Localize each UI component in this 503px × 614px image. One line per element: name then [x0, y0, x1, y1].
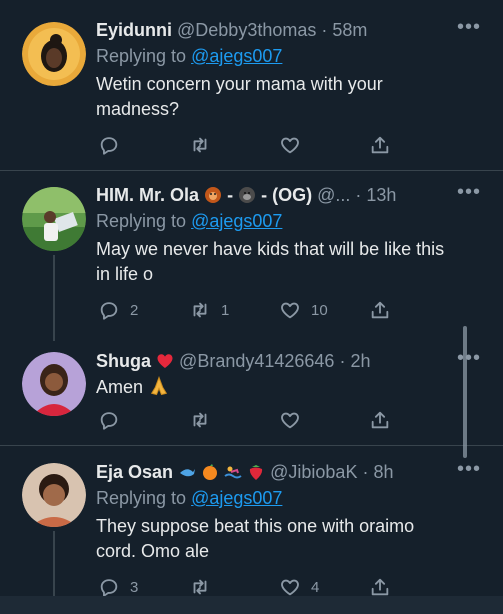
tweet-text: They suppose beat this one with oraimo c… [96, 516, 415, 561]
tweet-text-content: Amen [96, 377, 144, 397]
replying-to: Replying to @ajegs007 [96, 209, 481, 233]
retweet-icon [193, 579, 207, 595]
tweet-header: Eja Osan @JibiobaK · 8h ••• [96, 459, 481, 484]
orangutan-emoji-icon [205, 187, 222, 203]
heart-icon [281, 302, 299, 319]
timestamp[interactable]: · 13h [355, 185, 396, 205]
avatar[interactable] [22, 187, 86, 251]
reply-button[interactable] [98, 134, 130, 156]
heart-icon [281, 412, 299, 429]
whale-emoji-icon [180, 469, 196, 477]
like-button[interactable] [279, 409, 311, 431]
retweet-button[interactable] [189, 576, 221, 598]
avatar[interactable] [22, 22, 86, 86]
tweet-actions: 2 1 10 [96, 299, 481, 323]
share-icon [371, 301, 389, 319]
retweet-button[interactable]: 1 [189, 299, 229, 321]
reply-icon [100, 412, 118, 430]
reply-button[interactable]: 2 [98, 299, 138, 321]
share-button[interactable] [369, 134, 391, 156]
retweet-icon [193, 137, 207, 153]
red-heart-emoji-icon [157, 354, 173, 368]
reply-count: 2 [130, 301, 139, 319]
replying-to-label: Replying to [96, 46, 192, 66]
reply-icon [100, 302, 118, 320]
tweet-actions [96, 134, 481, 158]
name-dash: - [227, 185, 234, 205]
more-options-icon[interactable]: ••• [457, 17, 481, 37]
gorilla-emoji-icon [239, 187, 256, 203]
display-name[interactable]: Eja Osan [96, 462, 173, 482]
bottom-bar [0, 596, 503, 614]
display-name-suffix[interactable]: - (OG) [261, 185, 312, 205]
share-icon [371, 578, 389, 596]
heart-icon [281, 579, 299, 596]
tweet-header: HIM. Mr. Ola - - (OG) @... · 13h ••• [96, 182, 481, 207]
like-count: 10 [311, 301, 328, 319]
tweet-header: Eyidunni @Debby3thomas · 58m ••• [96, 17, 481, 42]
heart-icon [281, 137, 299, 154]
share-button[interactable] [369, 576, 391, 598]
handle[interactable]: @... [317, 185, 350, 205]
avatar[interactable] [22, 463, 86, 527]
replying-to-link[interactable]: @ajegs007 [191, 211, 282, 231]
retweet-count: 1 [221, 301, 230, 319]
handle[interactable]: @JibiobaK [270, 462, 357, 482]
tweet-text: Amen [96, 375, 481, 400]
reply-icon [100, 137, 118, 155]
replying-to: Replying to @ajegs007 [96, 486, 481, 510]
reply-button[interactable] [98, 409, 130, 431]
reply-feed: Eyidunni @Debby3thomas · 58m ••• Replyin… [0, 0, 503, 614]
handle[interactable]: @Brandy41426646 [179, 351, 334, 371]
tweet-actions [96, 409, 481, 433]
like-button[interactable] [279, 134, 311, 156]
reply-button[interactable]: 3 [98, 576, 138, 598]
replying-to: Replying to @ajegs007 [96, 44, 481, 68]
retweet-icon [193, 302, 207, 318]
like-button[interactable]: 10 [279, 299, 328, 321]
replying-to-label: Replying to [96, 488, 192, 508]
swimmer-emoji-icon [224, 466, 242, 479]
retweet-icon [193, 412, 207, 428]
retweet-button[interactable] [189, 409, 221, 431]
folded-hands-emoji-icon [150, 376, 168, 396]
replying-to-link[interactable]: @ajegs007 [191, 46, 282, 66]
share-icon [371, 136, 389, 154]
timestamp[interactable]: · 58m [321, 20, 367, 40]
like-button[interactable]: 4 [279, 576, 319, 598]
share-button[interactable] [369, 299, 391, 321]
avatar[interactable] [22, 352, 86, 416]
tweet-shuga[interactable]: Shuga @Brandy41426646 · 2h ••• Amen [0, 341, 503, 445]
display-name[interactable]: Shuga [96, 351, 151, 371]
reply-icon [100, 579, 118, 597]
share-button[interactable] [369, 409, 391, 431]
handle[interactable]: @Debby3thomas [177, 20, 316, 40]
reply-count: 3 [130, 578, 139, 596]
tweet-text: May we never have kids that will be like… [96, 239, 445, 284]
tweet-eja-osan[interactable]: Eja Osan @JibiobaK · 8h ••• Replying to … [0, 446, 503, 614]
tweet-mr-ola[interactable]: HIM. Mr. Ola - - (OG) @... · 13h ••• Rep… [0, 171, 503, 341]
retweet-button[interactable] [189, 134, 221, 156]
tweet-eyidunni[interactable]: Eyidunni @Debby3thomas · 58m ••• Replyin… [0, 0, 503, 170]
replying-to-label: Replying to [96, 211, 192, 231]
more-options-icon[interactable]: ••• [457, 459, 481, 479]
replying-to-link[interactable]: @ajegs007 [191, 488, 282, 508]
share-icon [371, 411, 389, 429]
like-count: 4 [311, 578, 320, 596]
tangerine-emoji-icon [203, 464, 218, 480]
strawberry-emoji-icon [249, 465, 263, 480]
scrollbar[interactable] [463, 326, 467, 458]
timestamp[interactable]: · 2h [339, 351, 370, 371]
tweet-text: Wetin concern your mama with your madnes… [96, 74, 383, 119]
more-options-icon[interactable]: ••• [457, 182, 481, 202]
thread-line [53, 255, 55, 341]
display-name[interactable]: Eyidunni [96, 20, 172, 40]
timestamp[interactable]: · 8h [362, 462, 393, 482]
tweet-header: Shuga @Brandy41426646 · 2h ••• [96, 348, 481, 373]
more-options-icon[interactable]: ••• [457, 348, 481, 368]
display-name[interactable]: HIM. Mr. Ola [96, 185, 199, 205]
